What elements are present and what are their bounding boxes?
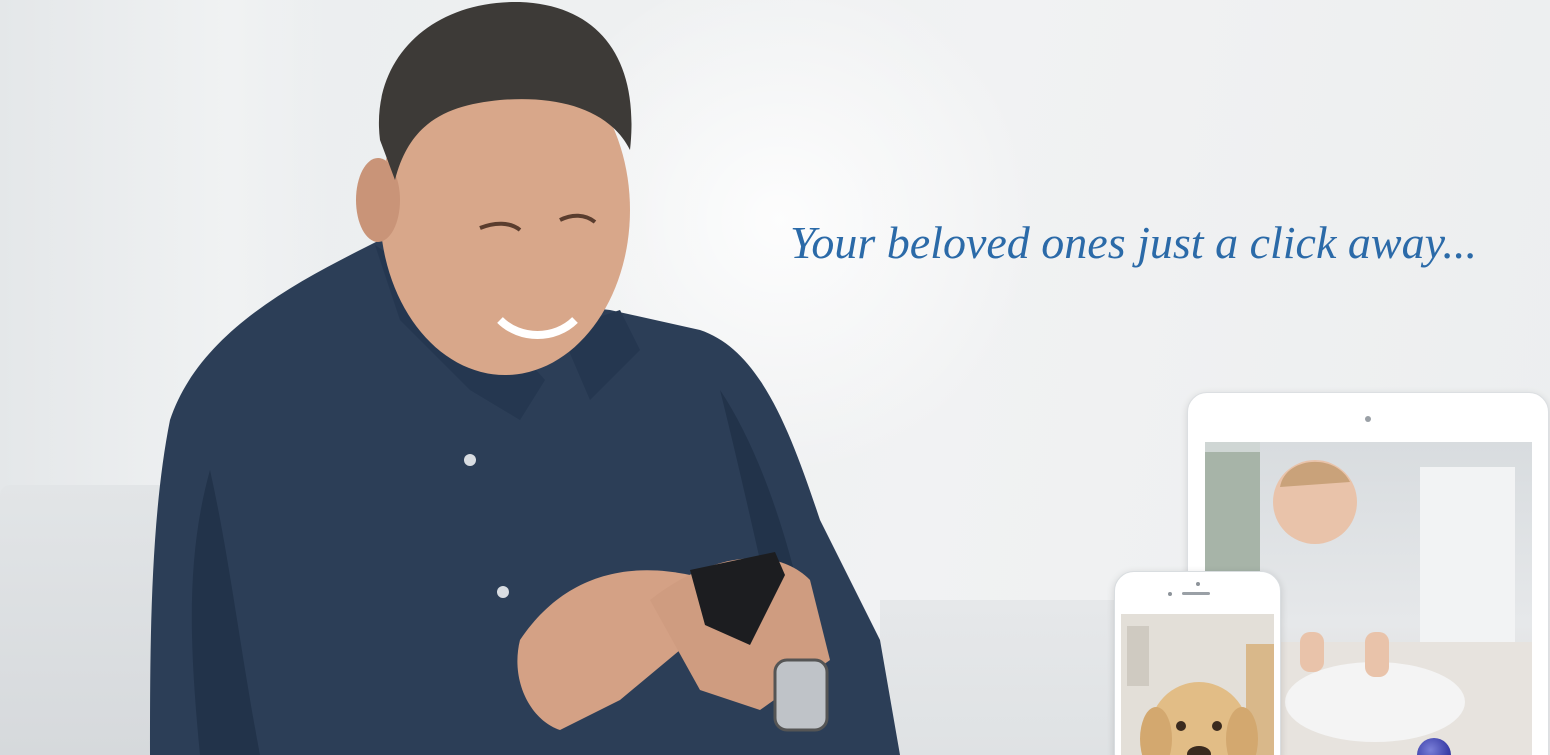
hero-banner: Your beloved ones just a click away...: [0, 0, 1550, 755]
phone-device: [1114, 571, 1281, 755]
phone-camera-icon: [1196, 582, 1200, 586]
tablet-camera-icon: [1365, 416, 1371, 422]
phone-speaker-icon: [1182, 592, 1210, 595]
phone-sensor-icon: [1168, 592, 1172, 596]
hero-tagline: Your beloved ones just a click away...: [790, 217, 1477, 268]
phone-screen-dog-image: [1121, 614, 1274, 755]
